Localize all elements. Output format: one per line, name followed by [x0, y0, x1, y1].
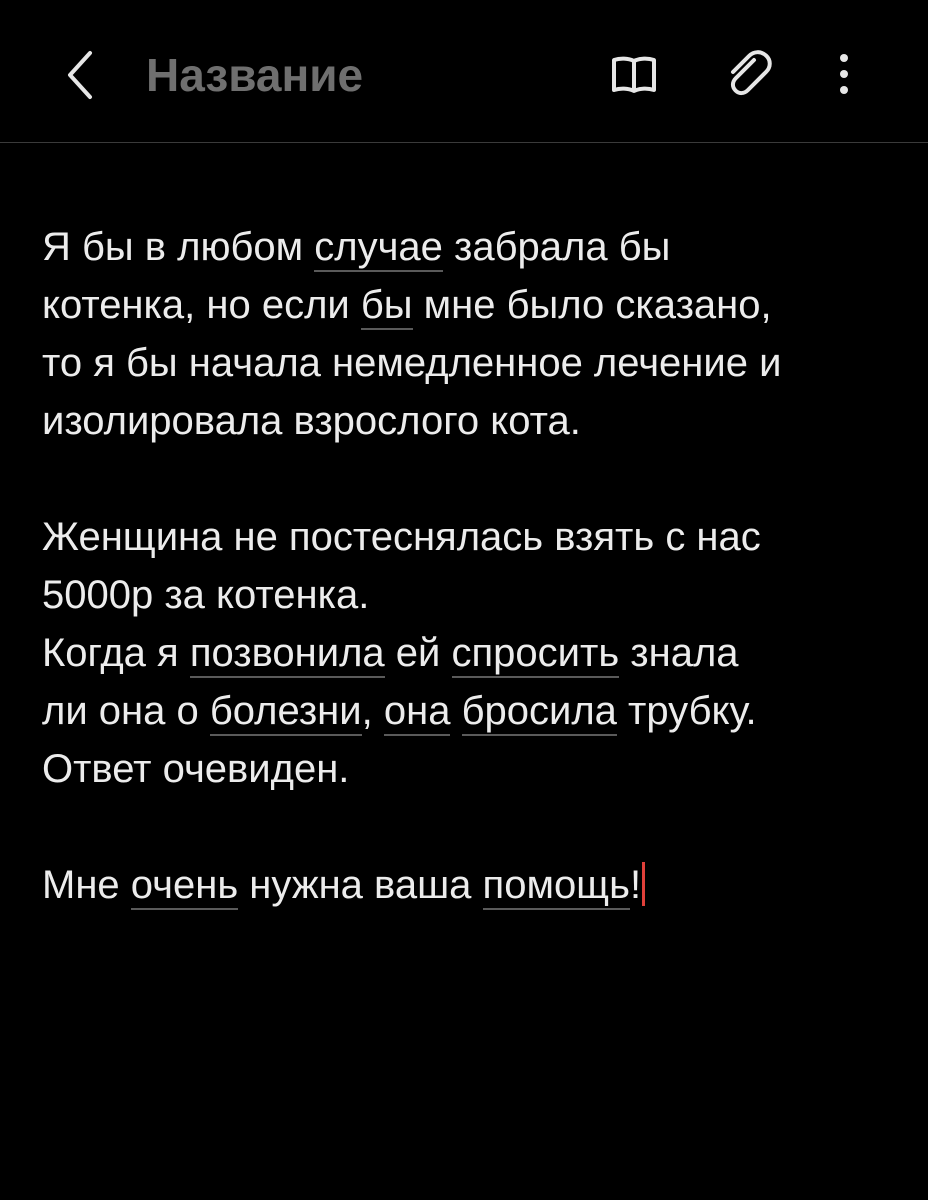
spellcheck-word[interactable]: очень: [130, 863, 239, 910]
attach-button[interactable]: [718, 44, 778, 104]
text-fragment: трубку.: [616, 689, 757, 733]
spellcheck-word[interactable]: случае: [314, 225, 443, 272]
text-line: изолировала взрослого кота.: [42, 399, 581, 443]
text-line: Мне очень нужна ваша помощь!: [42, 856, 892, 914]
text-fragment: ,: [361, 689, 384, 733]
text-line: Ответ очевиден.: [42, 747, 350, 791]
back-chevron-icon: [68, 51, 92, 99]
text-line: котенка, но если бы мне было сказано,: [42, 276, 892, 334]
back-button[interactable]: [50, 40, 110, 110]
text-fragment: забрала бы: [442, 225, 671, 269]
text-fragment: Когда я: [42, 631, 190, 675]
top-app-bar: Название: [0, 0, 928, 143]
note-paragraph: Я бы в любом случае забрала бы котенка, …: [42, 218, 892, 450]
text-line: 5000р за котенка.: [42, 573, 370, 617]
text-fragment: Я бы в любом: [42, 225, 315, 269]
spellcheck-word[interactable]: спросить: [451, 631, 620, 678]
note-title-input[interactable]: Название: [146, 40, 363, 110]
text-line: Я бы в любом случае забрала бы: [42, 218, 892, 276]
text-line: Женщина не постеснялась взять с нас: [42, 515, 761, 559]
attach-paperclip-icon: [730, 50, 772, 96]
text-line: Когда я позвонила ей спросить знала: [42, 624, 892, 682]
text-fragment: котенка, но если: [42, 283, 361, 327]
note-paragraph: Женщина не постеснялась взять с нас 5000…: [42, 508, 892, 798]
text-cursor: [642, 862, 646, 906]
note-body-editor[interactable]: Я бы в любом случае забрала бы котенка, …: [42, 218, 892, 972]
more-vertical-icon: [840, 54, 848, 94]
text-fragment: ли она о: [42, 689, 210, 733]
text-fragment: нужна ваша: [238, 863, 483, 907]
more-options-button[interactable]: [814, 44, 874, 104]
reading-mode-button[interactable]: [604, 44, 664, 104]
spellcheck-word[interactable]: она: [383, 689, 451, 736]
spellcheck-word[interactable]: позвонила: [189, 631, 385, 678]
spellcheck-word[interactable]: болезни: [209, 689, 362, 736]
text-fragment: знала: [619, 631, 739, 675]
text-fragment: мне было сказано,: [412, 283, 772, 327]
text-fragment: [450, 689, 461, 733]
text-line: то я бы начала немедленное лечение и: [42, 341, 782, 385]
text-fragment: !: [629, 863, 642, 907]
text-fragment: Мне: [42, 863, 131, 907]
reading-mode-book-icon: [612, 56, 656, 93]
note-paragraph: Мне очень нужна ваша помощь!: [42, 856, 892, 914]
spellcheck-word[interactable]: бы: [360, 283, 413, 330]
spellcheck-word[interactable]: бросила: [461, 689, 617, 736]
spellcheck-word[interactable]: помощь: [482, 863, 630, 910]
text-fragment: ей: [384, 631, 452, 675]
text-line: ли она о болезни, она бросила трубку.: [42, 682, 892, 740]
